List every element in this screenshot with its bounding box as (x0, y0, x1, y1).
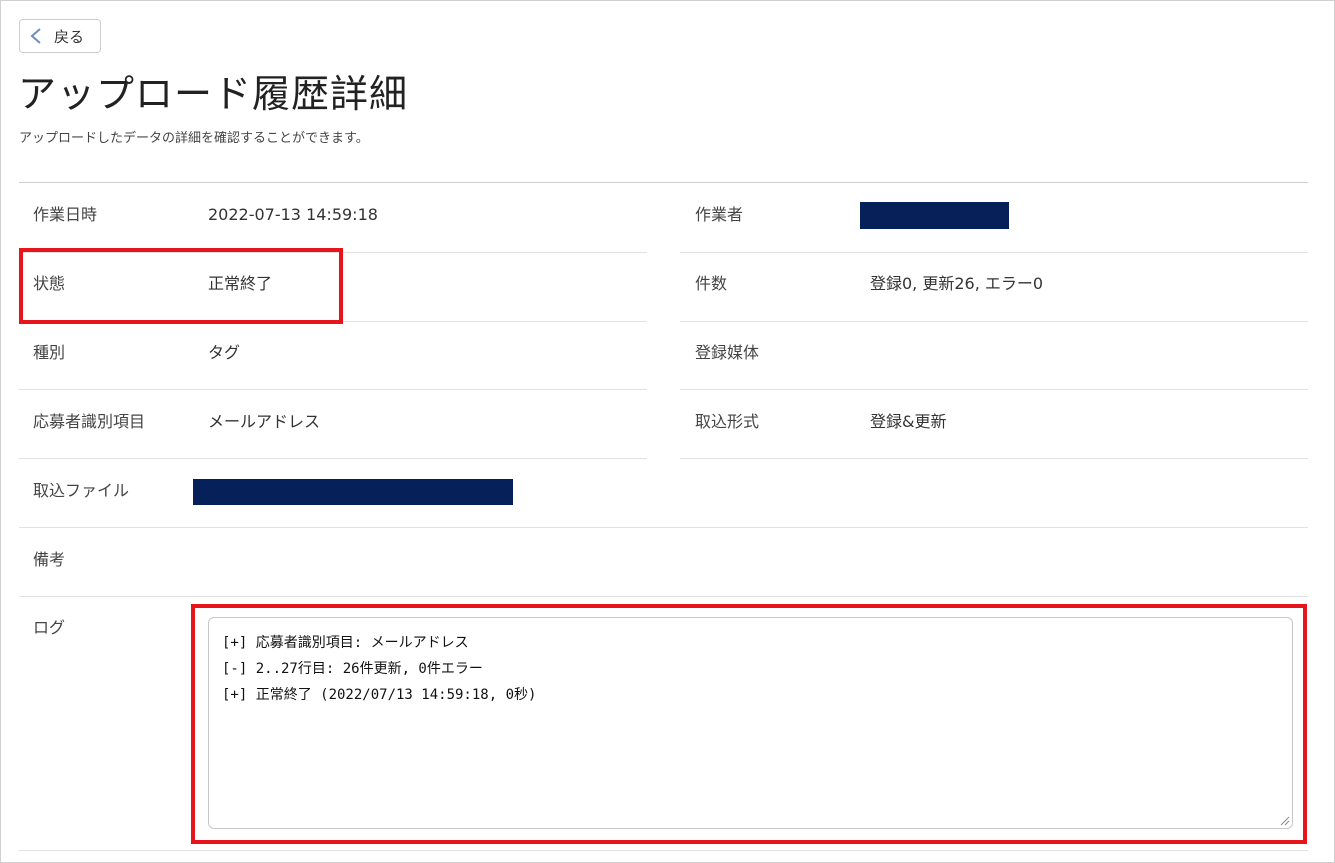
import-format-label: 取込形式 (695, 412, 760, 431)
row-divider (680, 252, 1308, 253)
row-divider (19, 458, 647, 459)
operator-redacted-value (860, 202, 1009, 229)
row-divider (19, 527, 1308, 528)
back-button-label: 戻る (54, 28, 85, 46)
row-divider (19, 596, 1308, 597)
media-label: 登録媒体 (695, 343, 760, 362)
applicant-id-item-value: メールアドレス (208, 412, 321, 431)
work-datetime-value: 2022-07-13 14:59:18 (208, 205, 378, 224)
kind-label: 種別 (33, 343, 66, 362)
row-divider (19, 850, 1308, 851)
page-subtitle: アップロードしたデータの詳細を確認することができます。 (19, 131, 369, 146)
import-format-value: 登録&更新 (870, 412, 947, 431)
chevron-left-icon (30, 28, 41, 44)
log-highlight-box (191, 604, 1307, 844)
count-value: 登録0, 更新26, エラー0 (870, 274, 1044, 293)
count-label: 件数 (695, 274, 728, 293)
log-label: ログ (33, 618, 66, 637)
applicant-id-item-label: 応募者識別項目 (33, 412, 146, 431)
row-divider (680, 458, 1308, 459)
status-highlight-box (19, 248, 343, 324)
operator-label: 作業者 (695, 205, 744, 224)
kind-value: タグ (208, 343, 241, 362)
work-datetime-label: 作業日時 (33, 205, 98, 224)
import-file-label: 取込ファイル (33, 481, 130, 500)
back-button[interactable]: 戻る (19, 19, 101, 53)
row-divider (680, 389, 1308, 390)
import-file-redacted-value (193, 479, 513, 505)
remarks-label: 備考 (33, 550, 66, 569)
page-title: アップロード履歴詳細 (18, 72, 409, 116)
row-divider (680, 321, 1308, 322)
header-divider (19, 182, 1308, 183)
row-divider (19, 389, 647, 390)
